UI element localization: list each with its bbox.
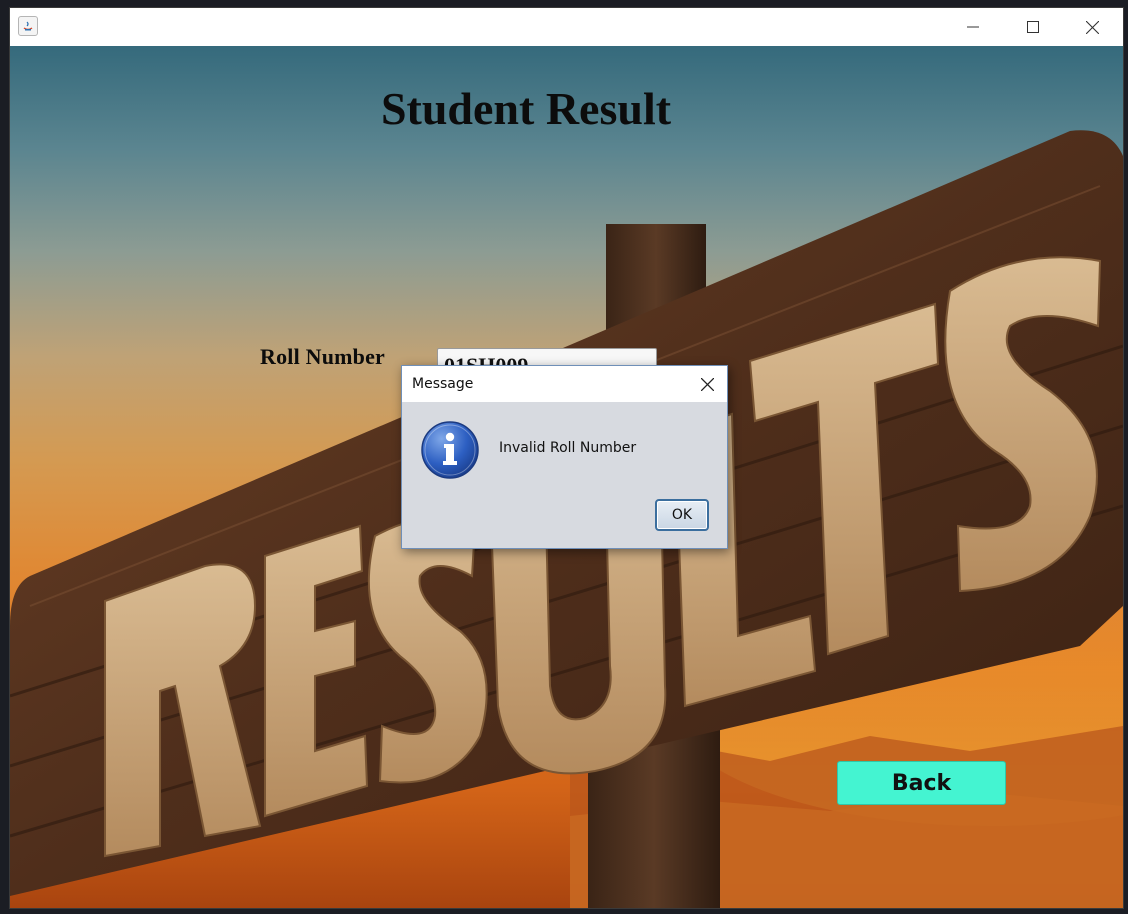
dialog-titlebar[interactable]: Message (402, 366, 727, 402)
maximize-icon (1027, 21, 1039, 33)
minimize-button[interactable] (944, 8, 1002, 46)
page-title: Student Result (380, 83, 672, 134)
close-icon (700, 377, 714, 391)
window-titlebar[interactable] (10, 8, 1123, 46)
message-dialog: Message Invalid Roll Number OK (401, 365, 728, 549)
ok-button[interactable]: OK (655, 499, 709, 531)
window-close-button[interactable] (1063, 8, 1121, 46)
info-icon (421, 421, 479, 479)
dialog-close-button[interactable] (687, 366, 727, 402)
dialog-body: Invalid Roll Number OK (402, 402, 727, 548)
dialog-title: Message (412, 376, 474, 392)
close-icon (1085, 20, 1099, 34)
back-button[interactable]: Back (837, 761, 1006, 805)
roll-number-label: Roll Number (260, 344, 386, 369)
maximize-button[interactable] (1004, 8, 1062, 46)
java-icon[interactable] (18, 16, 38, 36)
minimize-icon (967, 26, 979, 28)
dialog-message: Invalid Roll Number (499, 440, 637, 456)
